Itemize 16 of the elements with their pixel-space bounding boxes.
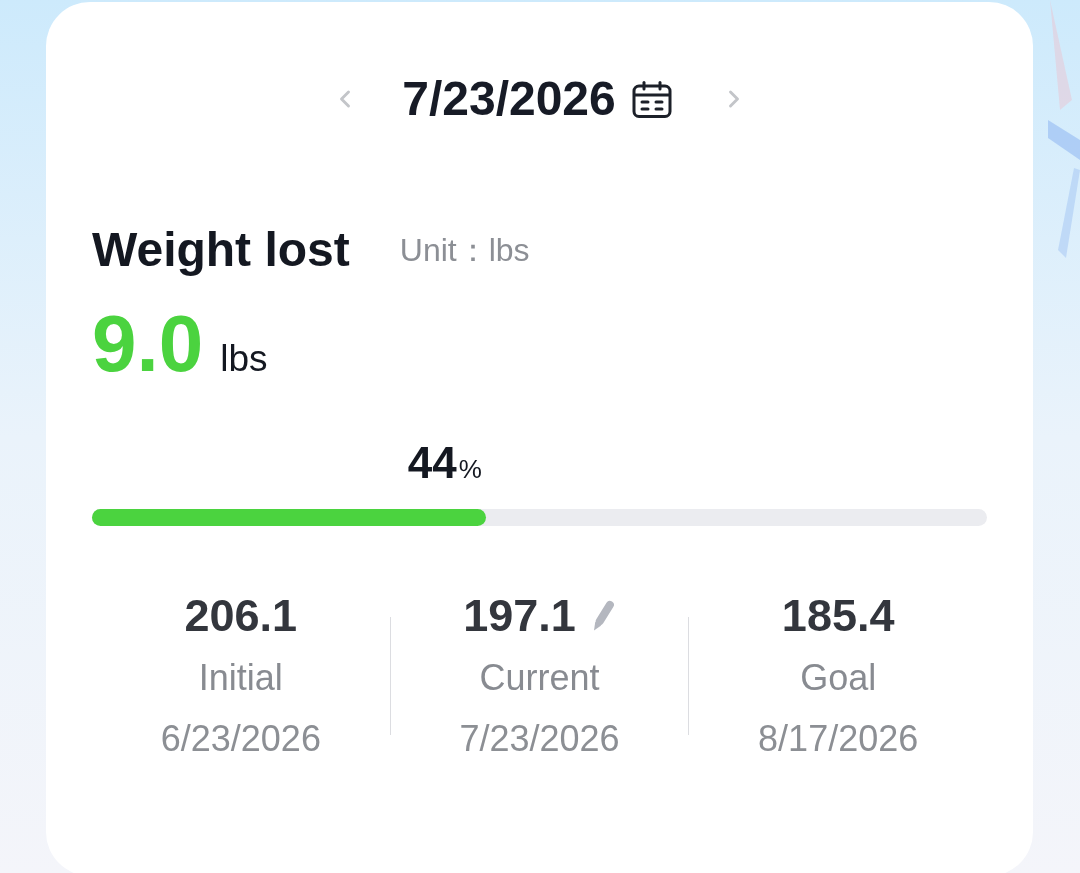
stat-label: Goal — [800, 658, 877, 698]
stat-label: Current — [479, 658, 600, 698]
weight-lost-value: 9.0 — [92, 304, 204, 384]
weight-lost-unit: lbs — [220, 338, 268, 380]
stat-value: 185.4 — [781, 592, 895, 640]
stat-date: 6/23/2026 — [160, 719, 321, 759]
date-picker-button[interactable]: 7/23/2026 — [402, 72, 672, 126]
stat-value: 206.1 — [184, 592, 298, 640]
section-title: Weight lost — [92, 222, 350, 278]
stat-label: Initial — [198, 658, 283, 698]
progress-percent: 44% — [407, 438, 483, 489]
unit-label: Unit：lbs — [399, 231, 530, 269]
stat-date: 8/17/2026 — [758, 719, 919, 759]
stat-date: 7/23/2026 — [459, 719, 620, 759]
calendar-icon — [631, 80, 672, 118]
stat-value: 197.1 — [463, 592, 576, 640]
